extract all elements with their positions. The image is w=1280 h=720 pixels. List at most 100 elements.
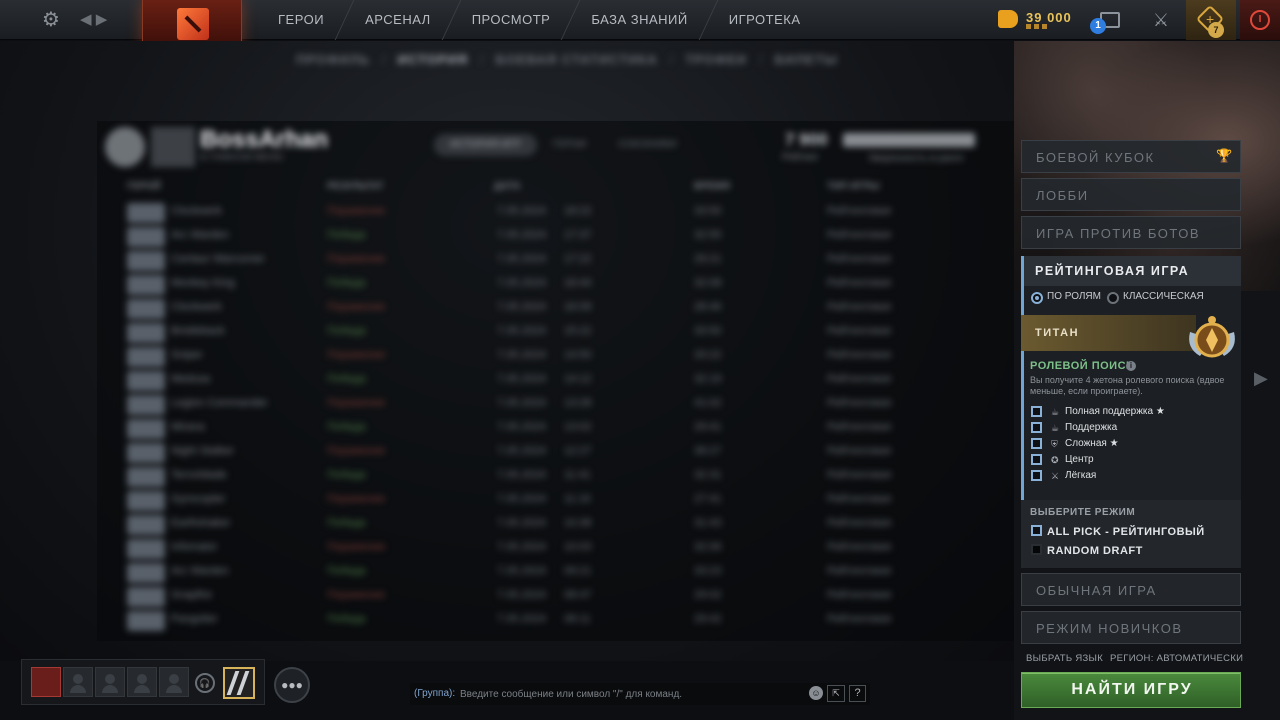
role-checkbox-offlane[interactable] [1031, 438, 1042, 449]
col-hero-header[interactable]: ГЕРОЙ [127, 181, 161, 192]
role-label-hard-support[interactable]: Полная поддержка ★ [1065, 406, 1165, 417]
role-queue-label[interactable]: ПО РОЛЯМ [1047, 291, 1101, 302]
table-row[interactable]: Arc Warden Победа 7.05.2024 17:37 32:55 Рейти… [97, 225, 1007, 249]
table-row[interactable]: Mirana Победа 7.05.2024 13:02 29:41 Рейтингов… [97, 417, 1007, 441]
match-result: Поражение [327, 205, 386, 217]
battle-cup-button[interactable]: БОЕВОЙ КУБОК 🏆 [1021, 140, 1241, 173]
match-type: Рейтинговая [827, 229, 892, 241]
region-select[interactable]: РЕГИОН: АВТОМАТИЧЕСКИ [1110, 653, 1243, 664]
classic-queue-radio[interactable] [1107, 292, 1119, 304]
nav-heroes[interactable]: ГЕРОИ [262, 0, 340, 40]
novice-mode-button[interactable]: РЕЖИМ НОВИЧКОВ [1021, 611, 1241, 644]
party-slot[interactable] [127, 667, 157, 697]
table-row[interactable]: Snapfire Поражение 7.05.2024 08:47 29:02 Рейт… [97, 585, 1007, 609]
all-pick-checkbox[interactable] [1031, 525, 1042, 536]
subnav-trophies[interactable]: ТРОФЕИ [673, 50, 759, 70]
bots-button[interactable]: ИГРА ПРОТИВ БОТОВ [1021, 216, 1241, 249]
table-row[interactable]: Earthshaker Победа 7.05.2024 10:38 31:43 Рейт… [97, 513, 1007, 537]
role-label-support[interactable]: Поддержка [1065, 422, 1117, 433]
role-label-offlane[interactable]: Сложная ★ [1065, 438, 1119, 449]
subnav-history[interactable]: ИСТОРИЯ [386, 50, 481, 70]
back-arrow-icon[interactable]: ◀ ▶ [80, 10, 110, 30]
table-row[interactable]: Bristleback Победа 7.05.2024 15:22 33:50 Рейт… [97, 321, 1007, 345]
table-row[interactable]: Pangolier Победа 7.05.2024 08:11 29:42 Рейтин… [97, 609, 1007, 633]
table-row[interactable]: Terrorblade Победа 7.05.2024 11:41 32:31 Рейт… [97, 465, 1007, 489]
offlane-icon: ⛨ [1051, 439, 1058, 449]
tab-match-history[interactable]: ИСТОРИЯ ИГР [434, 134, 537, 156]
role-checkbox-mid[interactable] [1031, 454, 1042, 465]
table-row[interactable]: Monkey King Победа 7.05.2024 16:44 32:08 Рейт… [97, 273, 1007, 297]
hero-portrait [127, 491, 165, 511]
table-row[interactable]: Legion Commander Поражение 7.05.2024 13:28 4… [97, 393, 1007, 417]
subnav-tickets[interactable]: БИЛЕТЫ [763, 50, 850, 70]
emoji-icon[interactable]: ☺ [809, 686, 823, 700]
info-icon[interactable]: i [1126, 361, 1136, 371]
match-time: 17:22 [564, 253, 592, 265]
table-row[interactable]: Infomator Поражение 7.05.2024 10:03 32:06 Рей… [97, 537, 1007, 561]
role-checkbox-safelane[interactable] [1031, 470, 1042, 481]
armory-icon[interactable]: ⚔ [1150, 8, 1172, 32]
friends-icon[interactable]: ●●● [274, 667, 310, 703]
role-label-mid[interactable]: Центр [1065, 454, 1094, 465]
match-result: Поражение [327, 445, 386, 457]
popout-icon[interactable]: ⇱ [827, 685, 845, 702]
table-row[interactable]: Sniper Поражение 7.05.2024 14:50 33:22 Рейтин… [97, 345, 1007, 369]
party-slot[interactable] [95, 667, 125, 697]
nav-learn[interactable]: БАЗА ЗНАНИЙ [575, 0, 703, 40]
normal-game-button[interactable]: ОБЫЧНАЯ ИГРА [1021, 573, 1241, 606]
party-slot[interactable] [63, 667, 93, 697]
expand-arrow-icon[interactable]: ▶ [1254, 368, 1268, 389]
table-row[interactable]: Night Stalker Поражение 7.05.2024 12:27 39:2… [97, 441, 1007, 465]
table-row[interactable]: Centaur Warrunner Поражение 7.05.2024 17:22… [97, 249, 1007, 273]
language-select[interactable]: ВЫБРАТЬ ЯЗЫК [1026, 653, 1103, 664]
classic-queue-label[interactable]: КЛАССИЧЕСКАЯ [1123, 291, 1204, 302]
voice-chat-icon[interactable]: 🎧 [195, 673, 215, 693]
table-row[interactable]: Clockwerk Поражение 7.05.2024 18:22 33:50 Рей… [97, 201, 1007, 225]
person-icon-body [166, 685, 182, 693]
col-result-header[interactable]: РЕЗУЛЬТАТ [327, 181, 384, 192]
party-slot-self[interactable] [31, 667, 61, 697]
col-date-header[interactable]: ДАТА [494, 181, 521, 192]
gold-amount[interactable]: 39 000 [1026, 10, 1072, 25]
match-time: 12:27 [564, 445, 592, 457]
col-type-header[interactable]: ТИП ИГРЫ [827, 181, 880, 192]
settings-gear-icon[interactable]: ⚙ [40, 9, 62, 31]
role-checkbox-hard-support[interactable] [1031, 406, 1042, 417]
role-queue-radio[interactable] [1031, 292, 1043, 304]
lobby-button[interactable]: ЛОББИ [1021, 178, 1241, 211]
match-date: 7.05.2024 [497, 397, 546, 409]
team-icon[interactable] [223, 667, 255, 699]
normal-game-label: ОБЫЧНАЯ ИГРА [1036, 583, 1157, 598]
subnav-profile[interactable]: ПРОФИЛЬ [284, 50, 382, 70]
hero-name: Clockwerk [171, 205, 222, 217]
role-checkbox-support[interactable] [1031, 422, 1042, 433]
party-slot[interactable] [159, 667, 189, 697]
table-row[interactable]: Gyrocopter Поражение 7.05.2024 11:16 27:41 Ре… [97, 489, 1007, 513]
chat-input[interactable] [460, 683, 800, 705]
nav-armory[interactable]: АРСЕНАЛ [349, 0, 447, 40]
random-draft-label[interactable]: RANDOM DRAFT [1047, 545, 1143, 557]
subnav-stats[interactable]: БОЕВАЯ СТАТИСТИКА [484, 50, 670, 70]
avatar[interactable] [151, 127, 195, 167]
nav-watch[interactable]: ПРОСМОТР [456, 0, 567, 40]
tab-allies[interactable]: СОЮЗНИКИ [602, 134, 692, 156]
random-draft-checkbox[interactable] [1031, 544, 1042, 555]
role-label-safelane[interactable]: Лёгкая [1065, 470, 1096, 481]
help-button[interactable]: ? [849, 685, 866, 702]
table-row[interactable]: Arc Warden Победа 7.05.2024 09:21 33:23 Рейти… [97, 561, 1007, 585]
match-time: 16:44 [564, 277, 592, 289]
col-duration-header[interactable]: ВРЕМЯ [694, 181, 730, 192]
hero-portrait [127, 251, 165, 271]
ranked-title: РЕЙТИНГОВАЯ ИГРА [1035, 264, 1190, 278]
find-game-button[interactable]: НАЙТИ ИГРУ [1021, 672, 1241, 708]
hero-name: Sniper [171, 349, 203, 361]
player-name: BossArhan [200, 126, 329, 153]
table-row[interactable]: Clockwerk Поражение 7.05.2024 16:09 28:46 Рей… [97, 297, 1007, 321]
table-row[interactable]: Medusa Победа 7.05.2024 14:12 32:19 Рейтингов… [97, 369, 1007, 393]
shard-icon[interactable] [998, 10, 1018, 28]
chat-channel[interactable]: (Группа): [414, 688, 455, 699]
all-pick-label[interactable]: ALL PICK - РЕЙТИНГОВЫЙ [1047, 526, 1205, 538]
tab-heroes[interactable]: ГЕРОИ [537, 134, 603, 156]
nav-arcade[interactable]: ИГРОТЕКА [713, 0, 817, 40]
match-type: Рейтинговая [827, 469, 892, 481]
